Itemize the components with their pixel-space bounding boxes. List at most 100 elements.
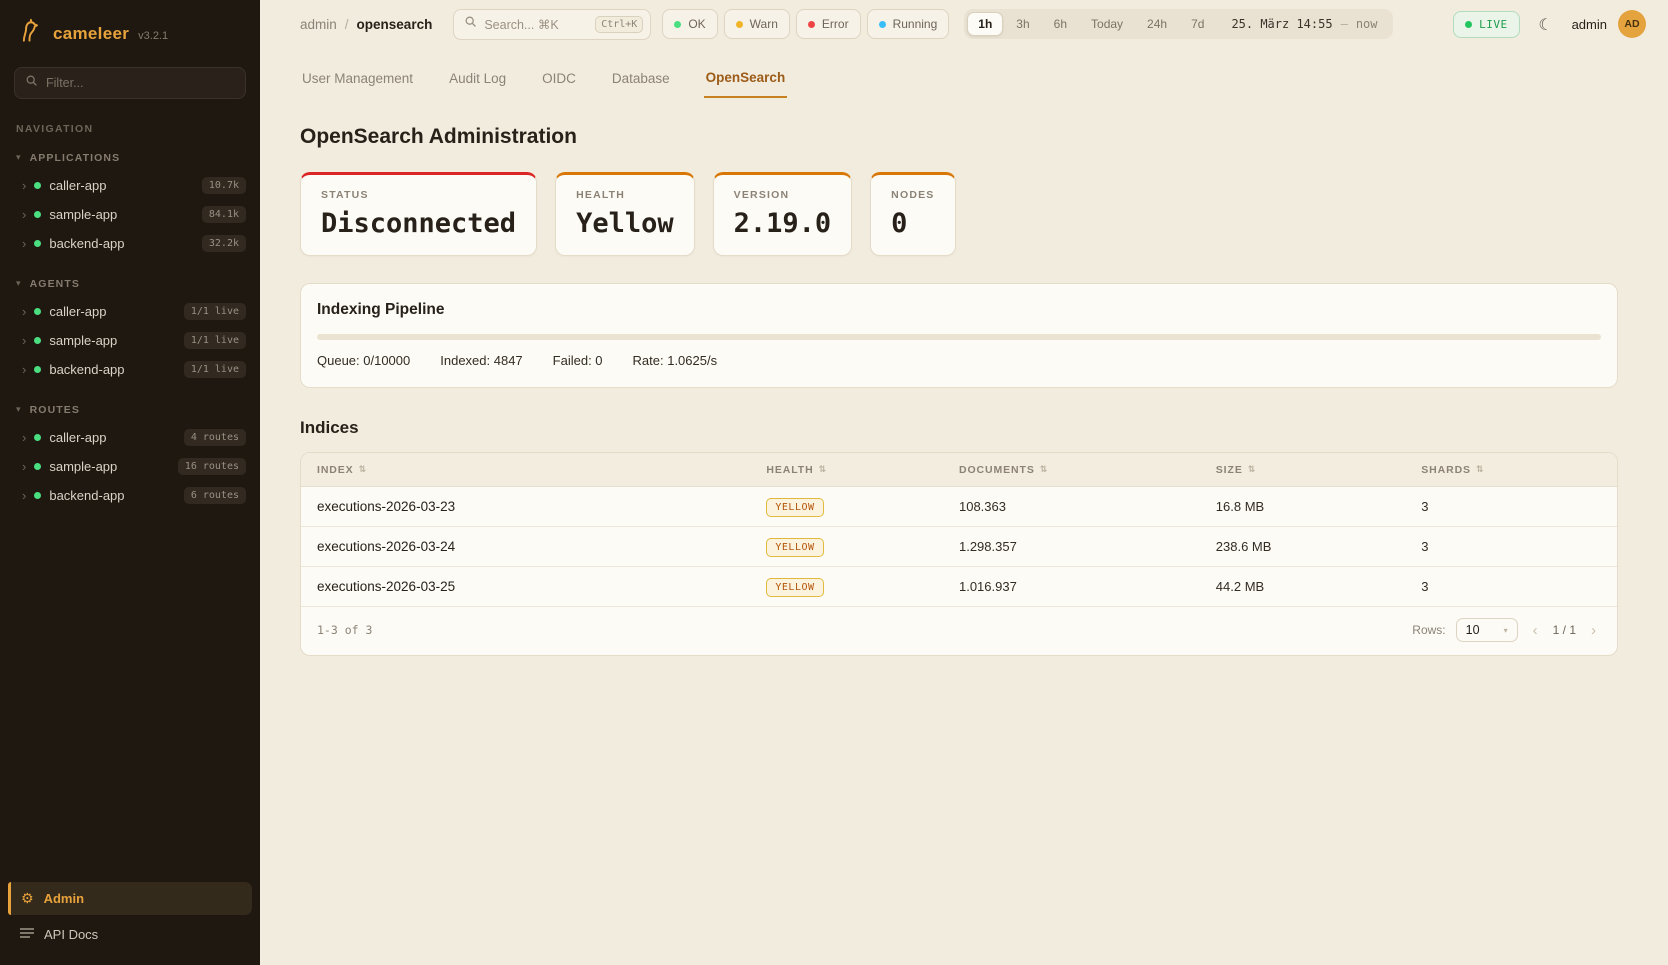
filter-chip-warn[interactable]: Warn: [724, 9, 790, 39]
tab-database[interactable]: Database: [610, 64, 672, 98]
filter-chip-running[interactable]: Running: [867, 9, 950, 39]
breadcrumb-parent[interactable]: admin: [300, 17, 337, 32]
section-label: ROUTES: [30, 404, 80, 416]
filter-input[interactable]: [46, 76, 235, 90]
section-label: APPLICATIONS: [30, 152, 121, 164]
stat-card-status: STATUS Disconnected: [300, 172, 537, 256]
app-name: cameleer: [53, 24, 129, 44]
date-range-display[interactable]: 25. März 14:55 — now: [1217, 17, 1389, 31]
stat-value: Disconnected: [321, 208, 516, 239]
nav-item-badge: 4 routes: [184, 429, 246, 446]
sidebar-item-application-sample-app[interactable]: › sample-app 84.1k: [0, 200, 260, 229]
page-title: OpenSearch Administration: [300, 125, 1618, 149]
sidebar-item-agent-backend-app[interactable]: › backend-app 1/1 live: [0, 355, 260, 384]
app-logo[interactable]: cameleer v3.2.1: [0, 0, 260, 63]
filter-chip-ok[interactable]: OK: [662, 9, 717, 39]
section-header-agents[interactable]: ▾ AGENTS: [0, 273, 260, 297]
status-filter-group: OK Warn Error Running: [662, 9, 949, 39]
nav-item-label: sample-app: [49, 207, 194, 222]
prev-page-button[interactable]: ‹: [1528, 622, 1543, 639]
nav-item-badge: 1/1 live: [184, 303, 246, 320]
sidebar-item-api-docs[interactable]: API Docs: [8, 918, 252, 951]
main-area: admin / opensearch Search... ⌘K Ctrl+K O…: [260, 0, 1668, 965]
time-range-6h[interactable]: 6h: [1043, 12, 1078, 36]
status-dot: [34, 463, 41, 470]
column-header-size[interactable]: SIZE⇅: [1216, 464, 1421, 476]
stat-value: Yellow: [576, 208, 674, 239]
tab-user-management[interactable]: User Management: [300, 64, 415, 98]
filter-chip-error[interactable]: Error: [796, 9, 861, 39]
top-bar: admin / opensearch Search... ⌘K Ctrl+K O…: [260, 0, 1668, 48]
section-header-applications[interactable]: ▾ APPLICATIONS: [0, 147, 260, 171]
tab-oidc[interactable]: OIDC: [540, 64, 578, 98]
chevron-right-icon: ›: [22, 363, 26, 376]
documents-cell: 108.363: [959, 499, 1216, 514]
table-row[interactable]: executions-2026-03-25 YELLOW 1.016.937 4…: [301, 567, 1617, 607]
column-header-index[interactable]: INDEX⇅: [317, 464, 766, 476]
sidebar-item-route-backend-app[interactable]: › backend-app 6 routes: [0, 481, 260, 510]
table-row[interactable]: executions-2026-03-23 YELLOW 108.363 16.…: [301, 487, 1617, 527]
sidebar-item-application-caller-app[interactable]: › caller-app 10.7k: [0, 171, 260, 200]
next-page-button[interactable]: ›: [1586, 622, 1601, 639]
column-header-documents[interactable]: DOCUMENTS⇅: [959, 464, 1216, 476]
tab-audit-log[interactable]: Audit Log: [447, 64, 508, 98]
sort-icon: ⇅: [1476, 465, 1484, 475]
stat-card-health: HEALTH Yellow: [555, 172, 695, 256]
global-search[interactable]: Search... ⌘K Ctrl+K: [453, 9, 651, 40]
sidebar-item-route-caller-app[interactable]: › caller-app 4 routes: [0, 423, 260, 452]
sidebar-item-application-backend-app[interactable]: › backend-app 32.2k: [0, 229, 260, 258]
breadcrumb: admin / opensearch: [300, 17, 432, 32]
column-header-health[interactable]: HEALTH ⇅: [766, 464, 959, 476]
nav-item-badge: 1/1 live: [184, 361, 246, 378]
documents-cell: 1.016.937: [959, 579, 1216, 594]
stat-label: HEALTH: [576, 189, 674, 201]
time-range-24h[interactable]: 24h: [1136, 12, 1178, 36]
dark-mode-toggle[interactable]: ☾: [1531, 9, 1561, 39]
sort-icon: ⇅: [819, 465, 827, 475]
sidebar-item-agent-sample-app[interactable]: › sample-app 1/1 live: [0, 326, 260, 355]
sidebar-filter-box[interactable]: [14, 67, 246, 99]
documents-cell: 1.298.357: [959, 539, 1216, 554]
pipeline-indexed: Indexed: 4847: [440, 353, 522, 368]
api-docs-label: API Docs: [44, 927, 98, 942]
chevron-right-icon: ›: [22, 179, 26, 192]
time-range-7d[interactable]: 7d: [1180, 12, 1215, 36]
indexing-pipeline-card: Indexing Pipeline Queue: 0/10000 Indexed…: [300, 283, 1618, 388]
time-range-today[interactable]: Today: [1080, 12, 1134, 36]
table-footer: 1-3 of 3 Rows: 10 ▾ ‹ 1 / 1 ›: [301, 607, 1617, 655]
avatar[interactable]: AD: [1618, 10, 1646, 38]
table-header-row: INDEX⇅ HEALTH ⇅ DOCUMENTS⇅ SIZE⇅ SHARDS ⇅: [301, 453, 1617, 487]
size-cell: 238.6 MB: [1216, 539, 1421, 554]
filter-chip-label: Running: [893, 17, 938, 31]
sort-icon: ⇅: [1040, 465, 1048, 475]
ok-status-dot: [674, 21, 681, 28]
nav-item-badge: 1/1 live: [184, 332, 246, 349]
rows-per-page-select[interactable]: 10 ▾: [1456, 618, 1518, 642]
time-range-group: 1h 3h 6h Today 24h 7d 25. März 14:55 — n…: [964, 9, 1392, 39]
chevron-down-icon: ▾: [16, 405, 22, 415]
column-header-shards[interactable]: SHARDS ⇅: [1421, 464, 1601, 476]
column-label: HEALTH: [766, 464, 813, 476]
warn-status-dot: [736, 21, 743, 28]
sidebar-item-agent-caller-app[interactable]: › caller-app 1/1 live: [0, 297, 260, 326]
section-header-routes[interactable]: ▾ ROUTES: [0, 399, 260, 423]
table-row[interactable]: executions-2026-03-24 YELLOW 1.298.357 2…: [301, 527, 1617, 567]
nav-item-badge: 16 routes: [178, 458, 246, 475]
chevron-down-icon: ▾: [1504, 626, 1508, 635]
time-range-3h[interactable]: 3h: [1005, 12, 1040, 36]
sidebar-item-admin[interactable]: ⚙ Admin: [8, 882, 252, 915]
column-label: SHARDS: [1421, 464, 1471, 476]
nav-item-label: backend-app: [49, 236, 194, 251]
status-dot: [34, 434, 41, 441]
stat-value: 2.19.0: [734, 208, 832, 239]
time-range-1h[interactable]: 1h: [967, 12, 1003, 36]
filter-chip-label: Warn: [750, 17, 778, 31]
pipeline-rate: Rate: 1.0625/s: [633, 353, 718, 368]
sidebar-item-route-sample-app[interactable]: › sample-app 16 routes: [0, 452, 260, 481]
moon-icon: ☾: [1538, 15, 1552, 34]
content-area: User Management Audit Log OIDC Database …: [260, 48, 1668, 656]
live-status-badge[interactable]: LIVE: [1453, 11, 1520, 38]
rows-per-page-label: Rows:: [1412, 623, 1445, 637]
nav-item-label: backend-app: [49, 362, 175, 377]
tab-opensearch[interactable]: OpenSearch: [704, 64, 788, 98]
